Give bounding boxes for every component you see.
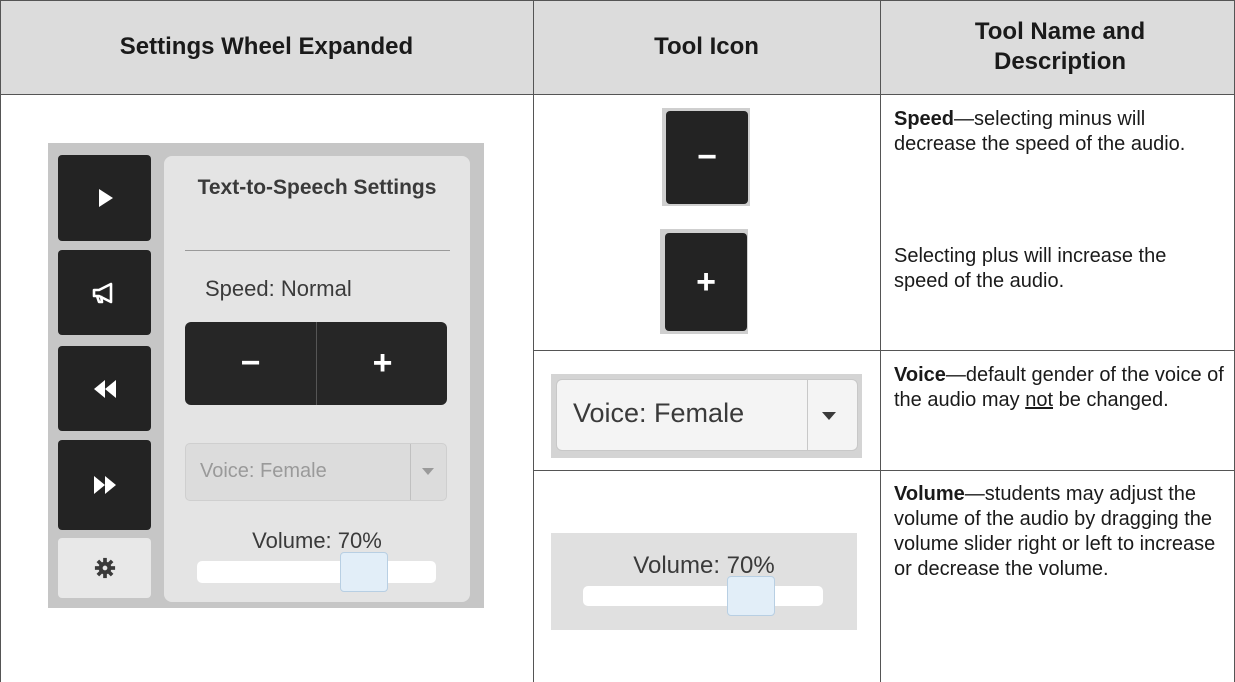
megaphone-icon	[92, 282, 112, 303]
row-divider-1	[533, 350, 1235, 351]
voice-dropdown[interactable]: Voice: Female	[185, 443, 447, 501]
voice-tool-name: Voice	[894, 364, 946, 386]
play-button[interactable]	[58, 155, 151, 241]
speed-stepper: − +	[185, 322, 447, 405]
fast-forward-icon	[93, 476, 116, 494]
row-divider-2	[533, 470, 1235, 471]
rewind-icon	[93, 379, 116, 398]
volume-icon-frame	[551, 533, 857, 630]
settings-divider	[185, 250, 450, 251]
header-tool-icon: Tool Icon	[654, 33, 759, 60]
voice-description: Voice—default gender of the voice of the…	[894, 363, 1224, 413]
volume-tool-name: Volume	[894, 483, 965, 505]
volume-label: Volume: 70%	[252, 528, 382, 553]
header-tool-name: Tool Name and Description	[974, 18, 1146, 75]
volume-icon-slider-track[interactable]	[583, 586, 823, 606]
volume-slider-thumb[interactable]	[340, 552, 389, 592]
header-settings-wheel: Settings Wheel Expanded	[119, 33, 414, 60]
speed-plus-button[interactable]: +	[317, 322, 447, 405]
speed-tool-name: Speed	[894, 108, 955, 130]
voice-description-text-b: be changed.	[1053, 389, 1169, 411]
table-divider-1	[533, 0, 534, 682]
volume-icon-label: Volume: 70%	[633, 552, 775, 579]
volume-slider-track[interactable]	[197, 561, 436, 583]
chevron-down-icon	[422, 468, 434, 475]
table-divider-2	[880, 0, 881, 682]
speed-minus-button[interactable]: −	[185, 322, 316, 405]
play-icon	[98, 189, 113, 207]
header-divider	[0, 94, 1235, 95]
speed-label: Speed: Normal	[205, 276, 352, 301]
voice-dropdown-icon-value: Voice: Female	[573, 398, 745, 428]
voice-dropdown-value: Voice: Female	[200, 460, 327, 482]
tts-settings-title: Text-to-Speech Settings	[197, 176, 437, 199]
rewind-button[interactable]	[58, 346, 151, 431]
speed-description-plus: Selecting plus will increase the speed o…	[894, 245, 1167, 292]
speed-plus-icon-button[interactable]: +	[665, 233, 747, 331]
settings-gear-button[interactable]	[58, 538, 151, 598]
gear-icon	[94, 557, 115, 579]
voice-dropdown-icon[interactable]: Voice: Female	[556, 379, 858, 451]
voice-description-not: not	[1025, 389, 1054, 411]
fast-forward-button[interactable]	[58, 440, 151, 530]
dropdown-icon-separator	[807, 380, 808, 450]
chevron-down-icon	[822, 412, 836, 420]
volume-description: Volume—students may adjust the volume of…	[894, 482, 1224, 582]
speed-description: Speed—selecting minus will decrease the …	[894, 107, 1224, 157]
dropdown-separator	[410, 444, 411, 500]
volume-icon-slider-thumb[interactable]	[727, 576, 775, 616]
speaker-button[interactable]	[58, 250, 151, 335]
speed-minus-icon-button[interactable]: −	[666, 111, 748, 204]
table-border-left	[0, 0, 1, 682]
